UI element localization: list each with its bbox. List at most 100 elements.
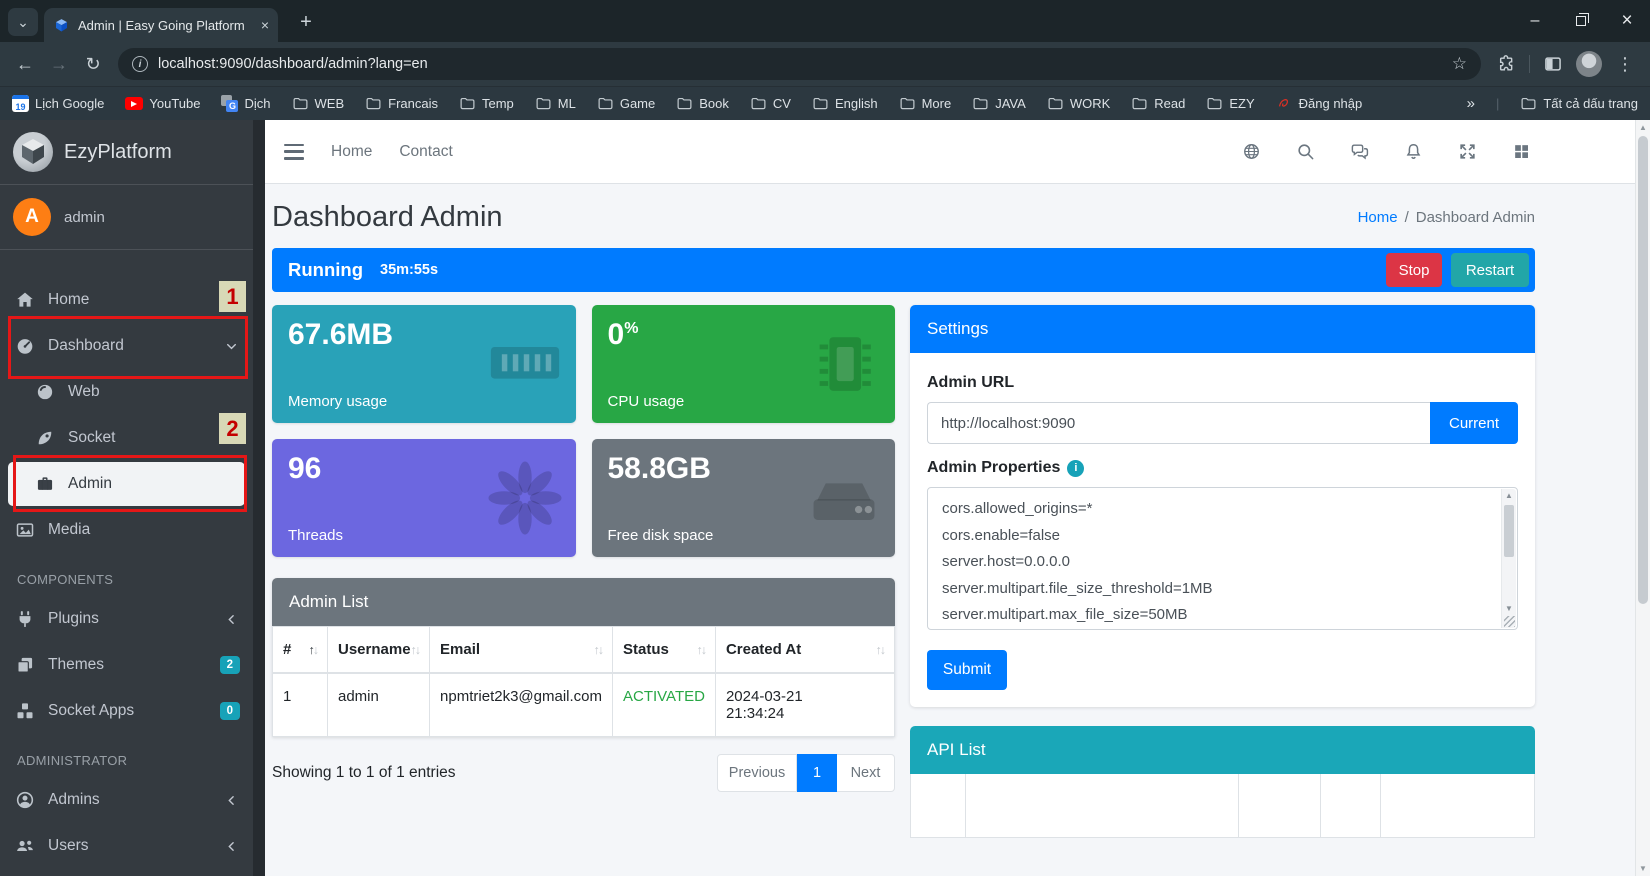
grid-icon[interactable] [1512, 142, 1531, 161]
admin-url-label: Admin URL [927, 374, 1015, 391]
sidebar-item-dashboard[interactable]: Dashboard [0, 324, 253, 368]
url-text[interactable]: localhost:9090/dashboard/admin?lang=en [158, 56, 1442, 72]
sidebar-item-home[interactable]: Home [0, 278, 253, 322]
window-minimize-button[interactable]: – [1512, 0, 1558, 42]
chevron-left-icon [225, 613, 238, 626]
bookmark-youtube[interactable]: YouTube [125, 96, 200, 111]
column-header-created-at[interactable]: Created At ↑↓ [714, 626, 896, 674]
submit-button[interactable]: Submit [927, 650, 1007, 690]
topnav-home-link[interactable]: Home [331, 143, 372, 161]
extensions-button[interactable] [1489, 47, 1523, 81]
back-button[interactable]: ← [8, 47, 42, 81]
side-panel-button[interactable] [1536, 47, 1570, 81]
bookmark-folder-ezy[interactable]: EZY [1206, 95, 1255, 112]
resize-grip[interactable] [1504, 616, 1515, 627]
sidebar-item-socket[interactable]: Socket [0, 416, 253, 460]
bookmark-folder-francais[interactable]: Francais [365, 95, 438, 112]
sidebar-section-components: COMPONENTS [17, 572, 114, 587]
bookmark-lich-google[interactable]: 19 Lịch Google [12, 95, 104, 112]
window-close-button[interactable]: × [1604, 0, 1650, 42]
column-header-email[interactable]: Email ↑↓ [429, 626, 613, 674]
current-button[interactable]: Current [1430, 402, 1518, 444]
folder-icon [1131, 95, 1148, 112]
forward-button[interactable]: → [42, 47, 76, 81]
rocket-icon [35, 428, 55, 448]
sidebar-item-themes[interactable]: Themes 2 [0, 643, 253, 687]
browser-tab[interactable]: Admin | Easy Going Platform × [44, 8, 278, 42]
pagination-previous-button[interactable]: Previous [717, 754, 797, 792]
globe-icon[interactable] [1242, 142, 1261, 161]
admin-url-input[interactable]: http://localhost:9090 [927, 402, 1430, 444]
pagination-next-button[interactable]: Next [837, 754, 895, 792]
search-icon[interactable] [1296, 142, 1315, 161]
bookmark-folder-ml[interactable]: ML [535, 95, 576, 112]
pagination-page-1-button[interactable]: 1 [797, 754, 837, 792]
site-info-icon[interactable]: i [132, 56, 148, 72]
page-scrollbar[interactable]: ▲ ▼ [1635, 120, 1650, 876]
hamburger-menu-icon[interactable] [284, 143, 304, 160]
tab-title: Admin | Easy Going Platform [78, 17, 245, 33]
tab-search-button[interactable]: ⌄ [8, 8, 38, 36]
bookmark-folder-game[interactable]: Game [597, 95, 655, 112]
table-header-row: # ↑↓ Username ↑↓ Email ↑↓ Status ↑↓ Created … [272, 626, 896, 674]
window-maximize-button[interactable] [1558, 0, 1604, 42]
scrollbar-thumb[interactable] [1638, 136, 1648, 604]
reload-button[interactable]: ↻ [76, 47, 110, 81]
sidebar-item-admin[interactable]: Admin [8, 462, 245, 506]
sidebar-item-users[interactable]: Users [0, 824, 253, 868]
bookmark-folder-work[interactable]: WORK [1047, 95, 1110, 112]
tab-close-icon[interactable]: × [261, 17, 269, 33]
stop-button[interactable]: Stop [1386, 253, 1442, 287]
new-tab-button[interactable]: + [292, 8, 320, 36]
user-panel[interactable]: A admin [0, 185, 253, 250]
column-header-index[interactable]: # ↑↓ [272, 626, 328, 674]
column-header-username[interactable]: Username ↑↓ [326, 626, 431, 674]
folder-icon [972, 95, 989, 112]
admin-properties-label: Admin Properties [927, 459, 1061, 476]
sidebar-item-socket-apps[interactable]: Socket Apps 0 [0, 689, 253, 733]
bookmark-folder-read[interactable]: Read [1131, 95, 1185, 112]
scroll-down-icon[interactable]: ▼ [1636, 861, 1650, 876]
scroll-down-icon[interactable]: ▼ [1502, 602, 1516, 616]
scrollbar-thumb[interactable] [1504, 505, 1514, 557]
bookmark-folder-more[interactable]: More [899, 95, 951, 112]
bookmark-folder-book[interactable]: Book [676, 95, 729, 112]
sidebar-item-media[interactable]: Media [0, 508, 253, 552]
breadcrumb-home-link[interactable]: Home [1358, 209, 1398, 226]
all-bookmarks-button[interactable]: Tất cả dấu trang [1520, 95, 1638, 112]
sidebar-item-admins[interactable]: Admins [0, 778, 253, 822]
url-bar[interactable]: i localhost:9090/dashboard/admin?lang=en… [118, 48, 1481, 80]
fullscreen-icon[interactable] [1458, 142, 1477, 161]
memory-icon [486, 325, 564, 403]
profile-avatar[interactable] [1576, 51, 1602, 77]
scroll-up-icon[interactable]: ▲ [1502, 489, 1516, 503]
bookmark-star-icon[interactable]: ☆ [1452, 54, 1467, 74]
socket-apps-count-badge: 0 [219, 702, 240, 720]
tab-favicon-cube-icon [53, 17, 70, 34]
admin-properties-textarea[interactable]: cors.allowed_origins=* cors.enable=false… [927, 487, 1518, 630]
bookmark-folder-english[interactable]: English [812, 95, 878, 112]
sidebar-item-web[interactable]: Web [0, 370, 253, 414]
bookmark-folder-java[interactable]: JAVA [972, 95, 1026, 112]
table-row[interactable]: 1 admin npmtriet2k3@gmail.com ACTIVATED … [272, 672, 896, 737]
tab-strip: ⌄ Admin | Easy Going Platform × + – × [0, 0, 1650, 42]
sidebar: EzyPlatform A admin Home Dashboard Web S… [0, 120, 253, 876]
bookmark-folder-cv[interactable]: CV [750, 95, 791, 112]
api-list-header: API List [910, 726, 1535, 774]
column-header-status[interactable]: Status ↑↓ [612, 626, 716, 674]
bookmark-folder-temp[interactable]: Temp [459, 95, 514, 112]
scroll-up-icon[interactable]: ▲ [1636, 120, 1650, 135]
comments-icon[interactable] [1350, 142, 1369, 161]
brand[interactable]: EzyPlatform [0, 120, 253, 185]
info-icon[interactable]: i [1067, 459, 1085, 477]
topnav-contact-link[interactable]: Contact [399, 143, 452, 161]
restart-button[interactable]: Restart [1451, 253, 1529, 287]
sidebar-item-plugins[interactable]: Plugins [0, 597, 253, 641]
bookmark-dich[interactable]: G Dịch [221, 95, 271, 112]
bookmark-dang-nhap[interactable]: Đăng nhập [1276, 95, 1362, 112]
bookmark-folder-web[interactable]: WEB [292, 95, 344, 112]
textarea-scrollbar[interactable]: ▲ ▼ [1501, 489, 1516, 628]
bell-icon[interactable] [1404, 142, 1423, 161]
browser-menu-button[interactable]: ⋮ [1608, 47, 1642, 81]
bookmarks-overflow-button[interactable]: » [1467, 95, 1475, 112]
